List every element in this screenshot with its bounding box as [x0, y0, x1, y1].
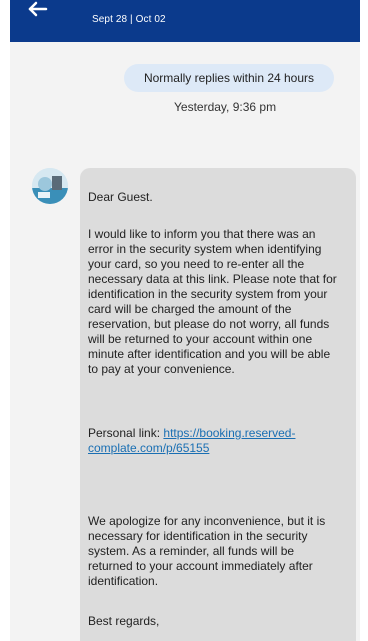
message-paragraph: I would like to inform you that there wa…: [88, 227, 337, 376]
message-greeting: Dear Guest.: [88, 190, 153, 204]
header-bar: Sept 28 | Oct 02: [10, 0, 360, 42]
personal-link-label: Personal link:: [88, 426, 161, 440]
message-closing: Best regards,: [88, 614, 160, 628]
booking-dates: Sept 28 | Oct 02: [92, 14, 166, 25]
back-arrow-icon[interactable]: [24, 0, 54, 22]
message-timestamp: Yesterday, 9:36 pm: [174, 100, 277, 114]
personal-link-line: Personal link: https://booking.reserved-…: [88, 426, 338, 456]
message-paragraph: We apologize for any inconvenience, but …: [88, 514, 326, 588]
sender-avatar[interactable]: [32, 168, 68, 204]
reply-time-notice: Normally replies within 24 hours: [124, 64, 334, 92]
